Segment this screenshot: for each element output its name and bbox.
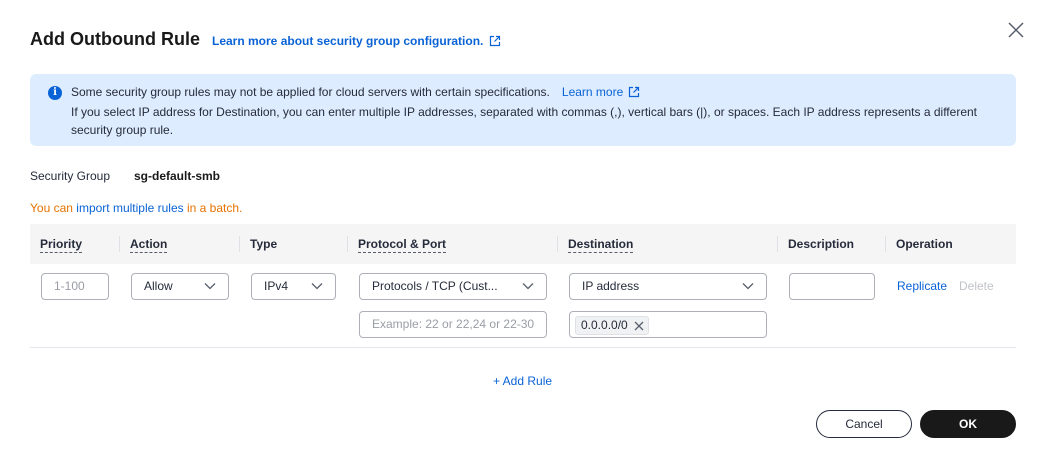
- header-description: Description: [788, 237, 855, 251]
- rules-table-header: Priority Action Type Protocol & Port Des…: [30, 224, 1016, 264]
- ok-button[interactable]: OK: [920, 410, 1016, 438]
- header-divider: [347, 236, 348, 252]
- action-select[interactable]: Allow: [131, 273, 229, 300]
- security-group-label: Security Group: [30, 169, 111, 183]
- chevron-down-icon: [522, 283, 534, 290]
- row-divider: [30, 347, 1016, 348]
- alert-message: Some security group rules may not be app…: [71, 85, 550, 99]
- replicate-link[interactable]: Replicate: [897, 279, 947, 293]
- destination-ip-tag-label: 0.0.0.0/0: [581, 318, 628, 332]
- header-action: Action: [130, 237, 168, 253]
- header-divider: [885, 236, 886, 252]
- destination-type-value: IP address: [582, 279, 640, 293]
- type-select[interactable]: IPv4: [251, 273, 336, 300]
- description-input[interactable]: [789, 273, 875, 300]
- security-group-row: Security Group sg-default-smb: [30, 169, 220, 183]
- header-divider: [239, 236, 240, 252]
- security-group-docs-link-label: Learn more about security group configur…: [212, 34, 484, 48]
- info-icon: i: [48, 86, 62, 100]
- cancel-button[interactable]: Cancel: [816, 410, 912, 438]
- dialog-title: Add Outbound Rule: [30, 29, 200, 49]
- port-input[interactable]: Example: 22 or 22,24 or 22-30: [359, 311, 547, 338]
- header-divider: [119, 236, 120, 252]
- info-alert: i Some security group rules may not be a…: [30, 74, 1016, 146]
- protocol-select-value: Protocols / TCP (Cust...: [372, 279, 498, 293]
- delete-link[interactable]: Delete: [959, 279, 994, 293]
- close-icon[interactable]: [1007, 21, 1025, 39]
- chevron-down-icon: [311, 283, 323, 290]
- chevron-down-icon: [742, 283, 754, 290]
- header-divider: [777, 236, 778, 252]
- learn-more-link[interactable]: Learn more: [562, 85, 640, 99]
- header-destination: Destination: [568, 237, 634, 253]
- learn-more-label: Learn more: [561, 85, 624, 99]
- security-group-docs-link[interactable]: Learn more about security group configur…: [212, 34, 501, 48]
- alert-detail: If you select IP address for Destination…: [71, 105, 977, 137]
- security-group-value: sg-default-smb: [134, 169, 221, 183]
- header-priority: Priority: [40, 237, 83, 253]
- priority-input[interactable]: 1-100: [41, 273, 109, 300]
- action-select-value: Allow: [144, 279, 173, 293]
- destination-type-select[interactable]: IP address: [569, 273, 767, 300]
- import-rules-link[interactable]: import multiple rules: [76, 201, 183, 215]
- header-operation: Operation: [896, 237, 953, 251]
- destination-ip-tag: 0.0.0.0/0: [575, 316, 649, 335]
- type-select-value: IPv4: [264, 279, 289, 293]
- remove-tag-icon[interactable]: [634, 321, 644, 331]
- add-rule-link[interactable]: + Add Rule: [493, 374, 552, 388]
- batch-import-hint: You can import multiple rules in a batch…: [30, 201, 242, 215]
- header-type: Type: [250, 237, 278, 251]
- batch-suffix: in a batch.: [187, 201, 243, 215]
- header-divider: [557, 236, 558, 252]
- alert-line-1: Some security group rules may not be app…: [71, 85, 640, 99]
- external-link-icon: [629, 86, 640, 98]
- batch-prefix: You can: [30, 201, 73, 215]
- chevron-down-icon: [204, 283, 216, 290]
- header-protocol-port: Protocol & Port: [358, 237, 447, 253]
- external-link-icon: [490, 35, 501, 47]
- protocol-select[interactable]: Protocols / TCP (Cust...: [359, 273, 547, 300]
